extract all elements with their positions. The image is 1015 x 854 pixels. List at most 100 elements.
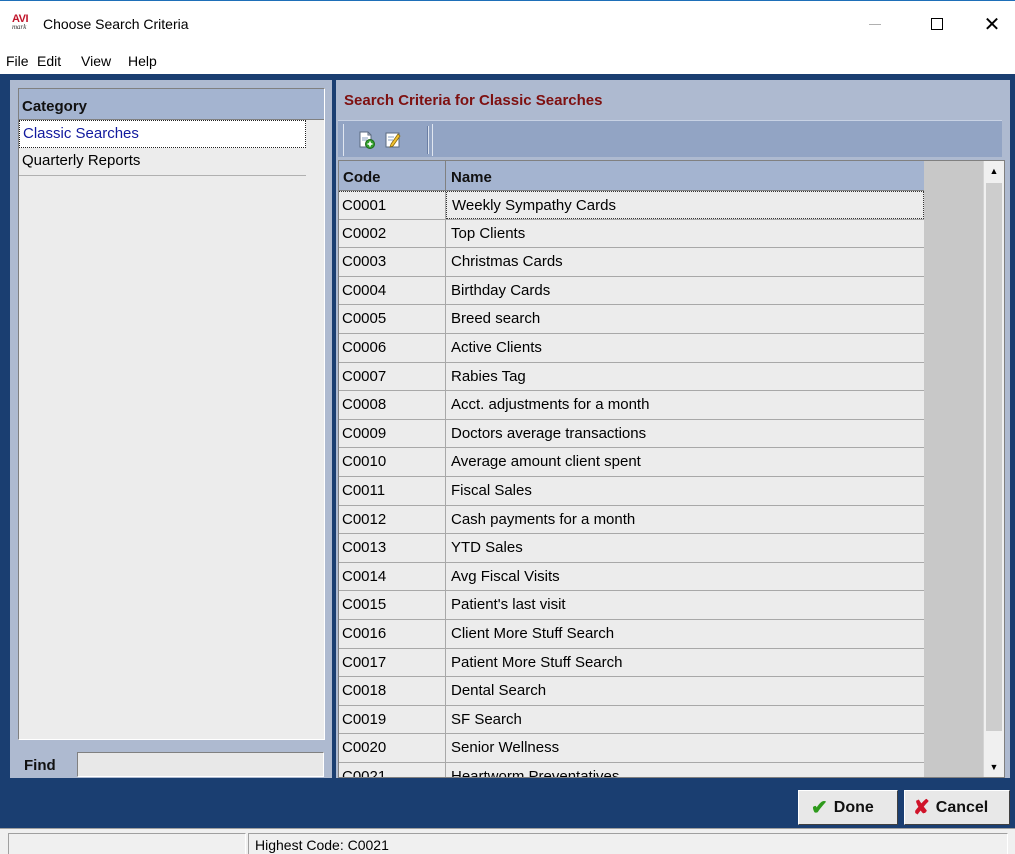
table-row[interactable]: C0010 Average amount client spent [339, 448, 924, 477]
table-row[interactable]: C0018 Dental Search [339, 677, 924, 706]
cell-code: C0014 [339, 562, 446, 591]
table-row[interactable]: C0011 Fiscal Sales [339, 476, 924, 506]
table-row[interactable]: C0015 Patient's last visit [339, 591, 924, 620]
cell-name: Fiscal Sales [451, 481, 532, 499]
cell-name: Birthday Cards [451, 281, 551, 299]
checkmark-icon: ✔ [811, 797, 828, 819]
cell-name: Cash payments for a month [451, 510, 636, 528]
cell-code: C0016 [339, 619, 446, 648]
table-row[interactable]: C0016 Client More Stuff Search [339, 619, 924, 649]
cell-name: Avg Fiscal Visits [451, 567, 560, 585]
cell-name: Patient More Stuff Search [451, 653, 623, 671]
minimize-icon [869, 23, 881, 25]
category-item-quarterly-reports[interactable]: Quarterly Reports [19, 148, 306, 176]
vertical-scrollbar[interactable]: ▲ ▼ [983, 161, 1004, 777]
menu-edit[interactable]: Edit [37, 53, 61, 69]
cell-code: C0005 [339, 305, 446, 333]
window-title: Choose Search Criteria [43, 16, 189, 32]
table-row[interactable]: C0014 Avg Fiscal Visits [339, 562, 924, 592]
find-input[interactable] [77, 752, 324, 777]
cell-code: C0013 [339, 534, 446, 562]
status-pane-1 [8, 833, 246, 854]
cell-code: C0019 [339, 705, 446, 734]
close-icon: ✕ [983, 13, 1001, 36]
minimize-button[interactable] [852, 1, 898, 47]
menu-file[interactable]: File [6, 53, 29, 69]
category-item-classic-searches[interactable]: Classic Searches [19, 120, 306, 148]
client-area: Category Classic Searches Quarterly Repo… [0, 74, 1015, 828]
table-row[interactable]: C0021 Heartworm Preventatives [339, 762, 924, 778]
table-row[interactable]: C0002 Top Clients [339, 219, 924, 249]
find-row: Find [10, 742, 332, 778]
category-list: Category Classic Searches Quarterly Repo… [18, 88, 325, 740]
table-row[interactable]: C0009 Doctors average transactions [339, 419, 924, 449]
category-header: Category [19, 89, 324, 120]
status-highest-code: Highest Code: C0021 [248, 833, 1008, 854]
column-header-code[interactable]: Code [339, 161, 446, 190]
table-row[interactable]: C0012 Cash payments for a month [339, 505, 924, 535]
criteria-panel-title: Search Criteria for Classic Searches [344, 92, 603, 109]
maximize-button[interactable] [914, 1, 960, 47]
close-button[interactable]: ✕ [969, 1, 1015, 47]
cell-code: C0021 [339, 762, 446, 777]
done-button[interactable]: ✔ Done [798, 790, 898, 825]
cell-code: C0015 [339, 591, 446, 619]
cell-code: C0018 [339, 677, 446, 705]
cell-code: C0010 [339, 448, 446, 476]
cell-name: Acct. adjustments for a month [451, 396, 650, 414]
toolbar-group [343, 124, 433, 156]
cell-code: C0004 [339, 276, 446, 305]
criteria-panel: Search Criteria for Classic Searches Cod… [336, 80, 1010, 778]
cell-code: C0017 [339, 648, 446, 677]
find-label: Find [24, 757, 56, 774]
done-label: Done [833, 798, 874, 816]
new-record-icon[interactable] [357, 131, 375, 149]
cell-name: Top Clients [451, 224, 526, 242]
cell-name: Christmas Cards [451, 253, 563, 271]
scroll-down-arrow-icon[interactable]: ▼ [984, 757, 1004, 777]
cell-name: Doctors average transactions [451, 424, 647, 442]
cell-code: C0003 [339, 248, 446, 276]
cancel-button[interactable]: ✘ Cancel [904, 790, 1010, 825]
menu-bar: File Edit View Help [0, 46, 1015, 74]
table-row[interactable]: C0013 YTD Sales [339, 534, 924, 563]
menu-help[interactable]: Help [128, 53, 157, 69]
cell-code: C0020 [339, 734, 446, 762]
cell-code: C0001 [339, 192, 446, 219]
menu-view[interactable]: View [81, 53, 111, 69]
cell-name: Client More Stuff Search [451, 624, 615, 642]
cell-code: C0011 [339, 476, 446, 505]
cell-name: Senior Wellness [451, 739, 560, 757]
grid-rows: C0001 Weekly Sympathy Cards C0002 Top Clien… [339, 191, 924, 778]
cell-name: Weekly Sympathy Cards [446, 192, 924, 219]
table-row[interactable]: C0007 Rabies Tag [339, 362, 924, 392]
cell-name: YTD Sales [451, 539, 523, 557]
column-header-name[interactable]: Name [446, 161, 924, 190]
scroll-up-arrow-icon[interactable]: ▲ [984, 161, 1004, 181]
table-row[interactable]: C0004 Birthday Cards [339, 276, 924, 306]
cancel-x-icon: ✘ [913, 797, 930, 819]
cell-code: C0008 [339, 391, 446, 419]
table-row[interactable]: C0006 Active Clients [339, 333, 924, 363]
table-row[interactable]: C0019 SF Search [339, 705, 924, 735]
cancel-label: Cancel [935, 798, 989, 816]
edit-record-icon[interactable] [384, 131, 402, 149]
cell-name: Patient's last visit [451, 596, 566, 614]
table-row[interactable]: C0001 Weekly Sympathy Cards [339, 191, 924, 220]
cell-name: Breed search [451, 310, 541, 328]
cell-code: C0006 [339, 333, 446, 362]
title-bar: AVI mark Choose Search Criteria ✕ [0, 0, 1015, 46]
cell-name: Heartworm Preventatives [451, 767, 620, 778]
cell-name: Active Clients [451, 338, 542, 356]
table-row[interactable]: C0005 Breed search [339, 305, 924, 334]
cell-name: SF Search [451, 710, 522, 728]
cell-code: C0012 [339, 505, 446, 534]
cell-code: C0002 [339, 219, 446, 248]
table-row[interactable]: C0003 Christmas Cards [339, 248, 924, 277]
cell-code: C0009 [339, 419, 446, 448]
table-row[interactable]: C0020 Senior Wellness [339, 734, 924, 763]
toolbar-separator [427, 126, 429, 154]
scroll-thumb[interactable] [986, 183, 1002, 731]
table-row[interactable]: C0008 Acct. adjustments for a month [339, 391, 924, 420]
table-row[interactable]: C0017 Patient More Stuff Search [339, 648, 924, 678]
